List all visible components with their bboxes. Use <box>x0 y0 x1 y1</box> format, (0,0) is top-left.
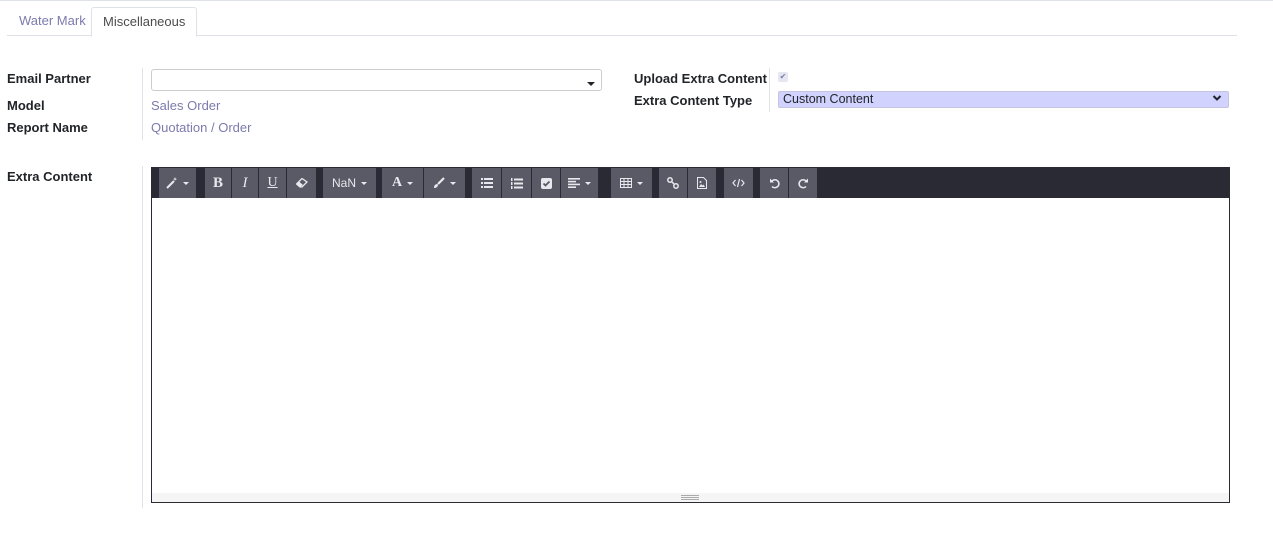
table-group <box>611 168 653 198</box>
code-group <box>724 168 754 198</box>
chevron-down-icon[interactable] <box>587 82 595 86</box>
italic-icon: I <box>242 174 248 191</box>
image-button[interactable] <box>688 168 717 198</box>
highlight-brush-icon <box>433 177 445 189</box>
tab-miscellaneous[interactable]: Miscellaneous <box>91 7 198 37</box>
field-separator-editor <box>142 166 143 508</box>
font-size-dropdown[interactable]: NaN <box>323 168 377 198</box>
editor-content-area[interactable] <box>152 198 1229 494</box>
editor-resize-handle[interactable] <box>152 493 1229 502</box>
redo-button[interactable] <box>789 168 818 198</box>
html-editor: B I U NaN A <box>151 167 1230 503</box>
bold-button[interactable]: B <box>205 168 232 198</box>
model-value: Sales Order <box>151 98 221 113</box>
upload-extra-content-label: Upload Extra Content <box>634 71 767 86</box>
underline-button[interactable]: U <box>259 168 287 198</box>
bullet-list-button[interactable] <box>472 168 502 198</box>
top-border <box>0 0 1273 1</box>
undo-button[interactable] <box>760 168 789 198</box>
font-group: B I U <box>205 168 317 198</box>
extra-content-type-value: Custom Content <box>783 92 874 106</box>
undo-icon <box>769 178 780 189</box>
image-icon <box>697 177 707 189</box>
extra-content-type-select[interactable]: Custom Content <box>778 91 1229 108</box>
font-size-group: NaN <box>323 168 377 198</box>
checklist-icon <box>540 177 552 189</box>
numbered-list-icon <box>510 177 523 189</box>
eraser-icon <box>295 178 308 188</box>
magic-wand-icon <box>166 177 178 189</box>
link-button[interactable] <box>659 168 688 198</box>
check-icon: ✔ <box>779 72 787 81</box>
notebook-tabs: Water Mark Miscellaneous <box>7 7 1237 37</box>
numbered-list-button[interactable] <box>502 168 532 198</box>
extra-content-label: Extra Content <box>7 169 93 184</box>
table-button[interactable] <box>611 168 653 198</box>
paragraph-group <box>472 168 599 198</box>
code-view-icon <box>732 178 745 188</box>
report-name-label: Report Name <box>7 120 88 135</box>
magic-wand-button[interactable] <box>159 168 197 198</box>
align-icon <box>568 178 580 188</box>
editor-toolbar: B I U NaN A <box>152 168 1229 198</box>
history-group <box>760 168 818 198</box>
report-name-value: Quotation / Order <box>151 120 252 135</box>
code-view-button[interactable] <box>724 168 754 198</box>
highlight-color-button[interactable] <box>424 168 466 198</box>
bullet-list-icon <box>480 178 493 188</box>
email-partner-field[interactable] <box>151 69 602 91</box>
field-separator <box>142 68 143 140</box>
font-color-button[interactable]: A <box>382 168 424 198</box>
color-group: A <box>382 168 466 198</box>
extra-content-type-label: Extra Content Type <box>634 93 753 108</box>
font-color-icon: A <box>391 175 403 190</box>
email-partner-label: Email Partner <box>7 71 91 86</box>
grip-icon <box>681 495 699 500</box>
clear-format-button[interactable] <box>287 168 317 198</box>
field-separator-right <box>769 68 770 112</box>
model-label: Model <box>7 98 45 113</box>
redo-icon <box>797 178 809 189</box>
style-group <box>159 168 197 198</box>
upload-extra-content-checkbox[interactable]: ✔ <box>778 72 788 82</box>
chevron-down-icon <box>1212 93 1222 108</box>
underline-icon: U <box>267 175 278 190</box>
link-icon <box>667 177 679 189</box>
italic-button[interactable]: I <box>232 168 259 198</box>
bold-icon: B <box>212 174 223 191</box>
align-button[interactable] <box>561 168 599 198</box>
checklist-button[interactable] <box>532 168 561 198</box>
insert-group <box>659 168 717 198</box>
tab-water-mark[interactable]: Water Mark <box>8 7 97 36</box>
table-icon <box>620 178 632 188</box>
